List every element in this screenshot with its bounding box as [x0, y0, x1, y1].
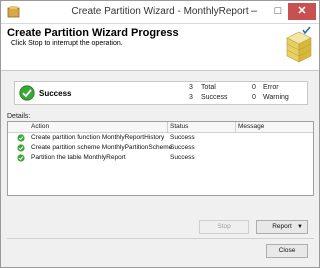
- close-window-button[interactable]: ✕: [288, 3, 316, 20]
- table-row[interactable]: Create partition function MonthlyReportH…: [8, 133, 313, 143]
- column-header-status[interactable]: Status: [170, 123, 188, 130]
- error-label: Error: [263, 84, 279, 91]
- maximize-button[interactable]: □: [267, 3, 289, 20]
- table-row[interactable]: Partition the table MonthlyReport Succes…: [8, 153, 313, 163]
- total-count: 3: [189, 84, 193, 91]
- wizard-header: Create Partition Wizard Progress Click S…: [1, 24, 319, 71]
- details-label: Details:: [7, 113, 31, 120]
- success-label: Success: [201, 94, 228, 101]
- minimize-button[interactable]: –: [243, 3, 265, 20]
- title-bar[interactable]: Create Partition Wizard - MonthlyReport …: [1, 1, 319, 24]
- page-title: Create Partition Wizard Progress: [7, 27, 179, 39]
- column-header-message[interactable]: Message: [238, 123, 264, 130]
- total-label: Total: [201, 84, 216, 91]
- table-row[interactable]: Create partition scheme MonthlyPartition…: [8, 143, 313, 153]
- grid-header: Action Status Message: [8, 122, 313, 133]
- column-separator[interactable]: [167, 122, 168, 132]
- report-button[interactable]: Report ▼: [256, 220, 308, 234]
- chevron-down-icon: ▼: [297, 224, 303, 230]
- column-separator[interactable]: [235, 122, 236, 132]
- close-button[interactable]: Close: [266, 244, 308, 258]
- row-action: Create partition function MonthlyReportH…: [31, 134, 165, 141]
- warning-count: 0: [252, 94, 256, 101]
- stop-button[interactable]: Stop: [199, 220, 249, 234]
- report-button-label: Report: [272, 223, 292, 230]
- row-action: Create partition scheme MonthlyPartition…: [31, 144, 173, 151]
- progress-summary: Success 3 Total 3 Success 0 Error 0 Warn…: [14, 81, 308, 105]
- wizard-icon: [286, 26, 312, 63]
- row-status: Success: [170, 144, 195, 151]
- column-header-action[interactable]: Action: [31, 123, 49, 130]
- row-status: Success: [170, 154, 195, 161]
- success-check-icon: [17, 134, 25, 142]
- success-count: 3: [189, 94, 193, 101]
- error-count: 0: [252, 84, 256, 91]
- page-subtitle: Click Stop to interrupt the operation.: [11, 40, 123, 47]
- row-action: Partition the table MonthlyReport: [31, 154, 126, 161]
- overall-status: Success: [39, 89, 72, 98]
- wizard-window: Create Partition Wizard - MonthlyReport …: [0, 0, 320, 268]
- row-status: Success: [170, 134, 195, 141]
- success-check-icon: [17, 154, 25, 162]
- success-check-icon: [19, 85, 35, 101]
- details-grid[interactable]: Action Status Message Create partition f…: [7, 121, 314, 196]
- footer-divider: [7, 238, 314, 239]
- warning-label: Warning: [263, 94, 289, 101]
- success-check-icon: [17, 144, 25, 152]
